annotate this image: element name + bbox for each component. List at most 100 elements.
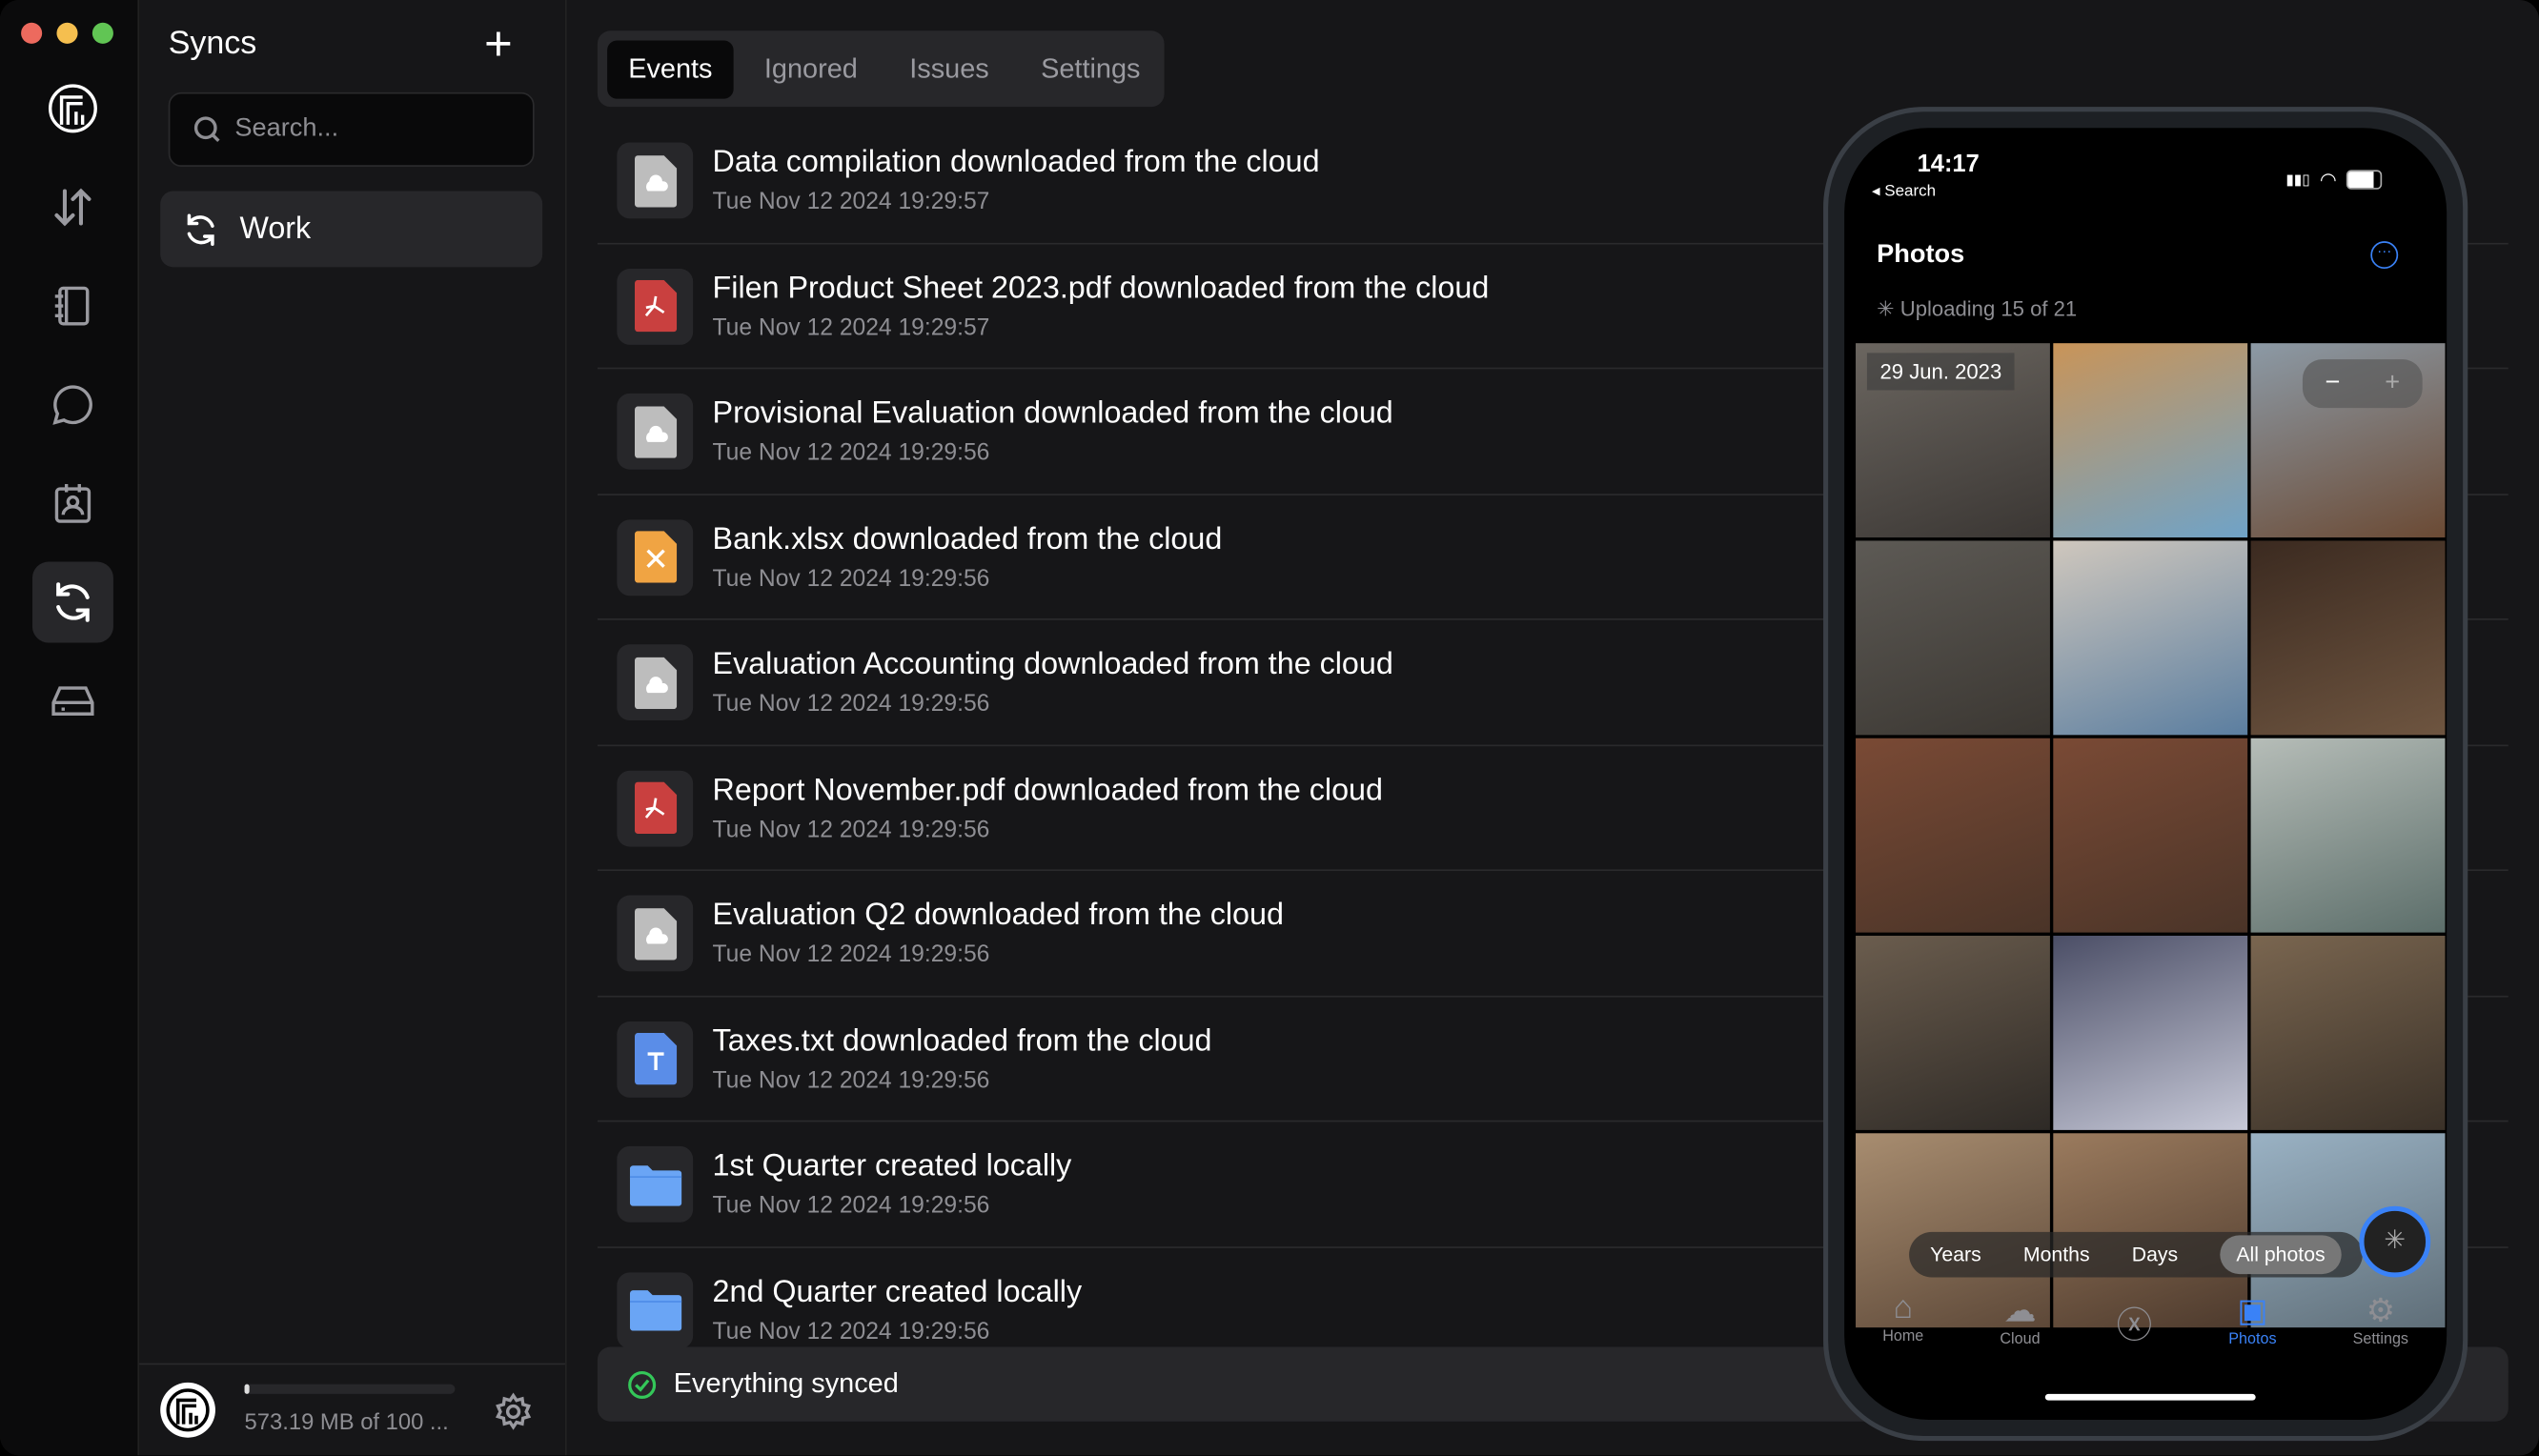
- sync-label: Work: [239, 211, 312, 246]
- zoom-button[interactable]: [91, 22, 113, 44]
- search-icon: [193, 116, 220, 143]
- photos-icon: ▣: [2237, 1293, 2268, 1329]
- phone-tab-bar: ⌂ Home ☁ Cloud ⓧ ▣ Photos ⚙ Settings: [1844, 1290, 2447, 1348]
- photo-thumbnail[interactable]: [1856, 540, 2050, 736]
- storage-bar-fill: [244, 1384, 249, 1394]
- wifi-icon: ◠: [2319, 168, 2337, 192]
- check-circle-icon: [628, 1370, 657, 1399]
- phone-tab-close[interactable]: ⓧ: [2117, 1290, 2152, 1348]
- signal-icon: ▮▮▯: [2285, 171, 2310, 188]
- app-window: Syncs + Search... Work 573.19 MB of 100 …: [0, 0, 2539, 1456]
- zoom-in-button[interactable]: +: [2385, 369, 2400, 398]
- tab-ignored[interactable]: Ignored: [743, 40, 879, 98]
- scale-days[interactable]: Days: [2132, 1244, 2178, 1266]
- generic-file-icon: [617, 895, 694, 972]
- contacts-icon[interactable]: [32, 463, 113, 544]
- event-date: Tue Nov 12 2024 19:29:56: [712, 1318, 990, 1345]
- generic-file-icon: [617, 393, 694, 470]
- folder-file-icon: [617, 1145, 694, 1223]
- event-date: Tue Nov 12 2024 19:29:56: [712, 817, 990, 843]
- photo-thumbnail[interactable]: [2053, 936, 2248, 1130]
- settings-icon: ⚙: [2366, 1293, 2396, 1329]
- photo-thumbnail[interactable]: [2053, 738, 2248, 933]
- event-title: Taxes.txt downloaded from the cloud: [712, 1023, 1212, 1059]
- pdf-file-icon: [617, 268, 694, 345]
- event-date: Tue Nov 12 2024 19:29:56: [712, 1067, 990, 1094]
- photo-thumbnail[interactable]: [2250, 540, 2446, 736]
- photo-thumbnail[interactable]: [1856, 738, 2050, 933]
- transfers-icon[interactable]: [32, 167, 113, 248]
- upload-spinner-button[interactable]: ✳: [2359, 1205, 2431, 1278]
- event-date: Tue Nov 12 2024 19:29:56: [712, 941, 990, 968]
- tab-label: Cloud: [2000, 1330, 2041, 1349]
- photo-thumbnail[interactable]: [2250, 738, 2446, 933]
- zoom-out-button[interactable]: −: [2325, 369, 2340, 398]
- nav-rail: [0, 0, 140, 1456]
- window-controls: [21, 22, 113, 44]
- tab-issues[interactable]: Issues: [888, 40, 1010, 98]
- phone-tab-cloud[interactable]: ☁ Cloud: [2000, 1290, 2040, 1348]
- scale-years[interactable]: Years: [1930, 1244, 1981, 1266]
- event-title: Provisional Evaluation downloaded from t…: [712, 396, 1393, 431]
- photo-thumbnail[interactable]: [2053, 540, 2248, 736]
- search-input[interactable]: Search...: [168, 91, 535, 167]
- sync-item-work[interactable]: Work: [160, 191, 543, 268]
- tab-label: Photos: [2228, 1330, 2277, 1349]
- close-button[interactable]: [21, 22, 43, 44]
- photo-grid: [1856, 343, 2446, 1328]
- syncs-icon[interactable]: [31, 561, 113, 643]
- xlsx-file-icon: [617, 518, 694, 596]
- time-scale-selector: Years Months Days All photos: [1909, 1231, 2363, 1278]
- generic-file-icon: [617, 644, 694, 721]
- photo-thumbnail[interactable]: [2250, 936, 2446, 1130]
- add-sync-button[interactable]: +: [484, 20, 513, 69]
- event-date: Tue Nov 12 2024 19:29:57: [712, 189, 990, 215]
- event-title: Evaluation Accounting downloaded from th…: [712, 647, 1393, 682]
- phone-tab-settings[interactable]: ⚙ Settings: [2353, 1290, 2408, 1348]
- generic-file-icon: [617, 142, 694, 219]
- zoom-control: − +: [2302, 359, 2423, 409]
- scale-months[interactable]: Months: [2023, 1244, 2090, 1266]
- phone-time: 14:17: [1917, 151, 1980, 178]
- gear-icon[interactable]: [494, 1392, 533, 1431]
- photo-thumbnail[interactable]: [1856, 936, 2050, 1130]
- storage-text: 573.19 MB of 100 ...: [244, 1408, 449, 1435]
- avatar[interactable]: [160, 1382, 215, 1438]
- storage-footer: 573.19 MB of 100 ...: [139, 1363, 565, 1456]
- drive-icon[interactable]: [32, 660, 113, 741]
- home-icon: ⌂: [1893, 1290, 1913, 1326]
- spinner-icon: ✳: [1877, 295, 1900, 321]
- phone-tab-home[interactable]: ⌂ Home: [1882, 1290, 1923, 1348]
- event-date: Tue Nov 12 2024 19:29:56: [712, 440, 990, 467]
- event-title: 1st Quarter created locally: [712, 1149, 1072, 1183]
- cloud-icon: ☁: [2003, 1293, 2037, 1329]
- minimize-button[interactable]: [56, 22, 78, 44]
- date-label: 29 Jun. 2023: [1866, 353, 2015, 391]
- event-date: Tue Nov 12 2024 19:29:56: [712, 691, 990, 718]
- notes-icon[interactable]: [32, 266, 113, 347]
- filen-logo-icon[interactable]: [32, 68, 113, 149]
- phone-mockup: 14:17 ◂ Search ▮▮▯ ◠ Photos ··· ✳ Upload…: [1823, 107, 2468, 1442]
- pdf-file-icon: [617, 769, 694, 846]
- event-title: 2nd Quarter created locally: [712, 1274, 1083, 1309]
- scale-all-photos[interactable]: All photos: [2220, 1235, 2342, 1275]
- event-title: Report November.pdf downloaded from the …: [712, 773, 1383, 807]
- event-date: Tue Nov 12 2024 19:29:57: [712, 314, 990, 341]
- tab-settings[interactable]: Settings: [1020, 40, 1162, 98]
- event-title: Evaluation Q2 downloaded from the cloud: [712, 898, 1284, 933]
- chats-icon[interactable]: [32, 364, 113, 445]
- event-date: Tue Nov 12 2024 19:29:56: [712, 1193, 990, 1220]
- close-circle-icon: ⓧ: [2116, 1304, 2153, 1345]
- tab-label: Home: [1882, 1327, 1924, 1345]
- tab-events[interactable]: Events: [607, 39, 734, 98]
- photo-thumbnail[interactable]: [2053, 343, 2248, 538]
- txt-file-icon: [617, 1021, 694, 1098]
- back-link[interactable]: ◂ Search: [1872, 183, 1936, 201]
- photos-title: Photos: [1877, 241, 1965, 270]
- home-indicator: [2044, 1393, 2256, 1401]
- phone-tab-photos[interactable]: ▣ Photos: [2228, 1290, 2276, 1348]
- upload-status: ✳ Uploading 15 of 21: [1877, 296, 2077, 322]
- tab-bar: Events Ignored Issues Settings: [597, 30, 1165, 108]
- more-options-icon[interactable]: ···: [2370, 241, 2399, 270]
- storage-bar: [244, 1384, 456, 1394]
